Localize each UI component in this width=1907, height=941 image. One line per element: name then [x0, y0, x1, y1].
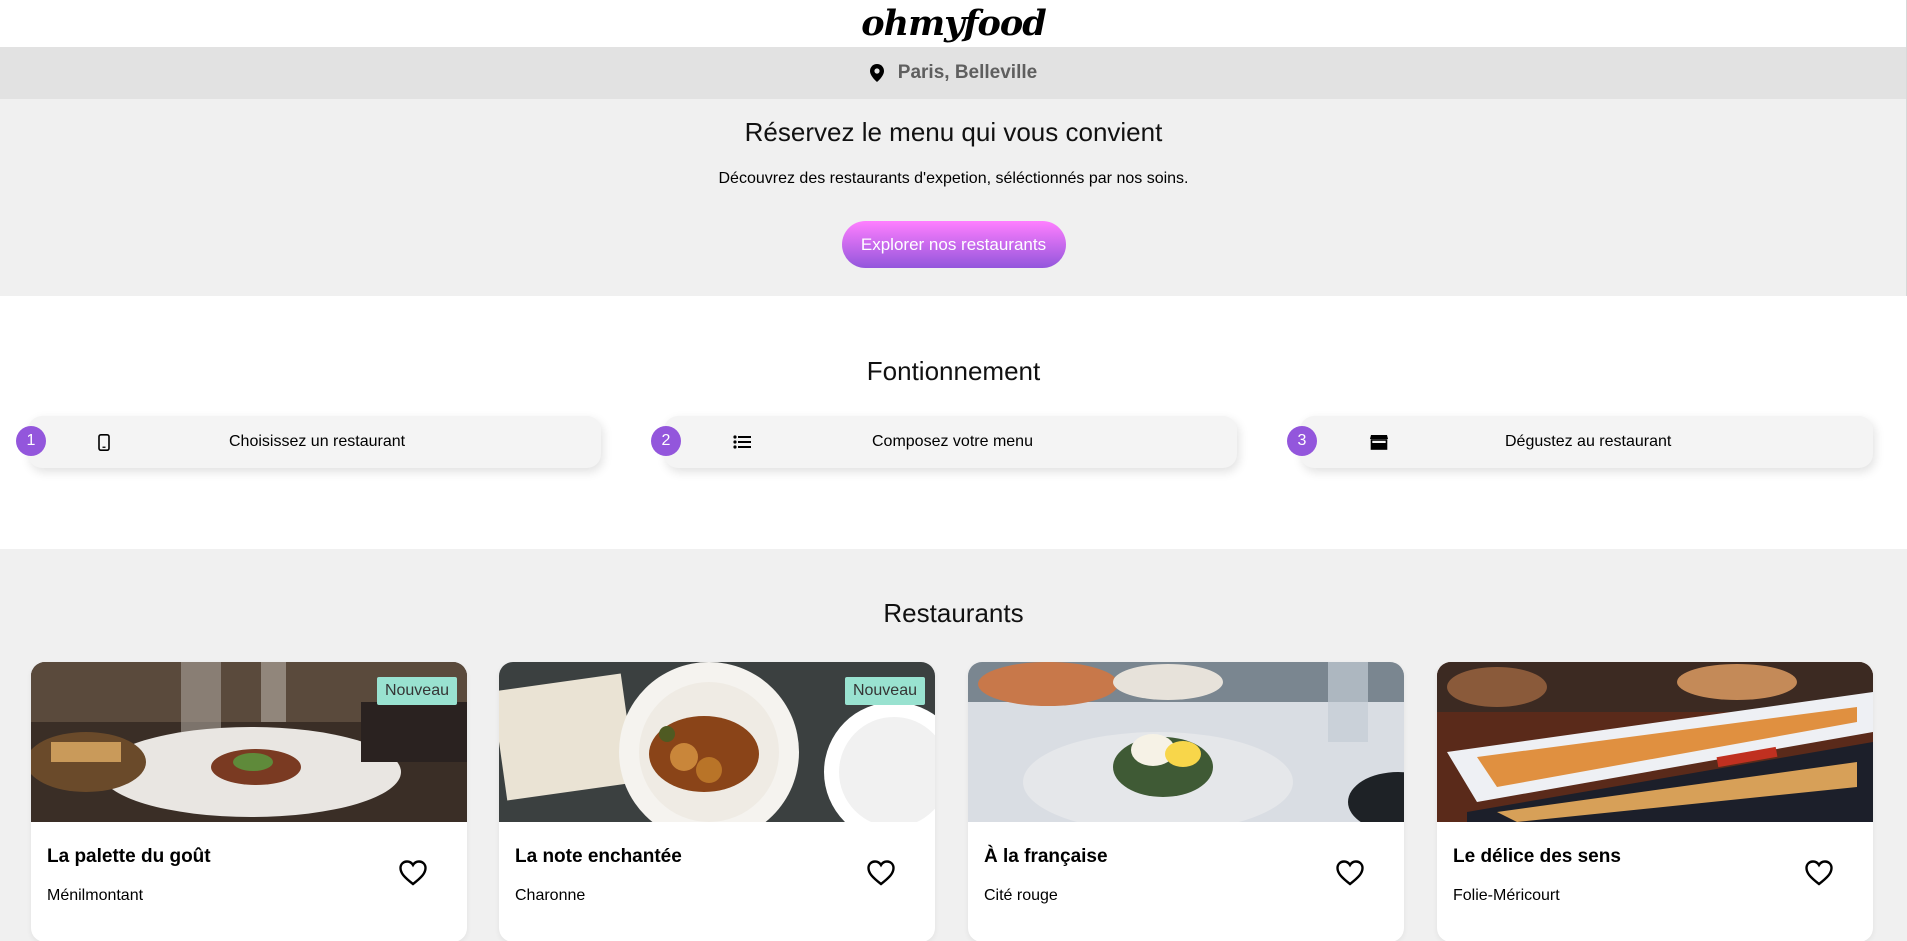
location-text: Paris, Belleville — [897, 62, 1038, 83]
restaurant-image-2: Nouveau — [499, 662, 935, 822]
restaurant-name-2: La note enchantée — [515, 846, 682, 867]
restaurant-location-2: Charonne — [515, 887, 586, 904]
restaurant-card-4[interactable]: Le délice des sens Folie-Méricourt — [1437, 662, 1873, 941]
site-header: ohmyfood — [0, 0, 1907, 47]
explore-restaurants-button[interactable]: Explorer nos restaurants — [841, 221, 1066, 268]
restaurant-image-1: Nouveau — [31, 662, 467, 822]
smartphone-icon — [95, 433, 113, 451]
hero-section: Réservez le menu qui vous convient Décou… — [0, 99, 1907, 296]
how-title: Fontionnement — [866, 356, 1041, 386]
restaurant-name-4: Le délice des sens — [1453, 846, 1621, 867]
heart-icon[interactable] — [1805, 860, 1833, 886]
location-bar: Paris, Belleville — [0, 47, 1907, 99]
restaurant-image-3 — [968, 662, 1404, 822]
restaurant-card-3[interactable]: À la française Cité rouge — [968, 662, 1404, 941]
restaurant-card-2[interactable]: Nouveau La note enchantée Charonne — [499, 662, 935, 941]
heart-icon[interactable] — [399, 860, 427, 886]
hero-title: Réservez le menu qui vous convient — [744, 117, 1163, 147]
restaurant-name-3: À la française — [984, 846, 1108, 867]
restaurants-title: Restaurants — [883, 598, 1024, 628]
step-label-1: Choisissez un restaurant — [229, 433, 406, 450]
restaurant-image-4 — [1437, 662, 1873, 822]
hero-subtitle: Découvrez des restaurants d'expetion, sé… — [718, 170, 1189, 187]
restaurant-location-3: Cité rouge — [984, 887, 1058, 904]
heart-icon[interactable] — [1336, 860, 1364, 886]
step-number-2: 2 — [651, 426, 681, 456]
restaurants-section: Restaurants Nouveau La palette du goût M… — [0, 549, 1907, 941]
new-badge-2: Nouveau — [844, 677, 925, 705]
restaurant-card-1[interactable]: Nouveau La palette du goût Ménilmontant — [31, 662, 467, 941]
step-number-1: 1 — [16, 426, 46, 456]
map-pin-icon — [869, 64, 884, 82]
restaurant-name-1: La palette du goût — [47, 846, 211, 867]
step-number-3: 3 — [1287, 426, 1317, 456]
heart-icon[interactable] — [867, 860, 895, 886]
step-label-2: Composez votre menu — [872, 433, 1033, 450]
how-it-works-section: Fontionnement 1 Choisissez un restaurant… — [0, 296, 1907, 549]
step-label-3: Dégustez au restaurant — [1505, 433, 1672, 450]
restaurant-location-4: Folie-Méricourt — [1453, 887, 1560, 904]
new-badge-1: Nouveau — [376, 677, 457, 705]
restaurant-location-1: Ménilmontant — [47, 887, 144, 904]
store-icon — [1370, 433, 1388, 451]
list-icon — [733, 433, 751, 451]
logo[interactable]: ohmyfood — [861, 3, 1046, 44]
